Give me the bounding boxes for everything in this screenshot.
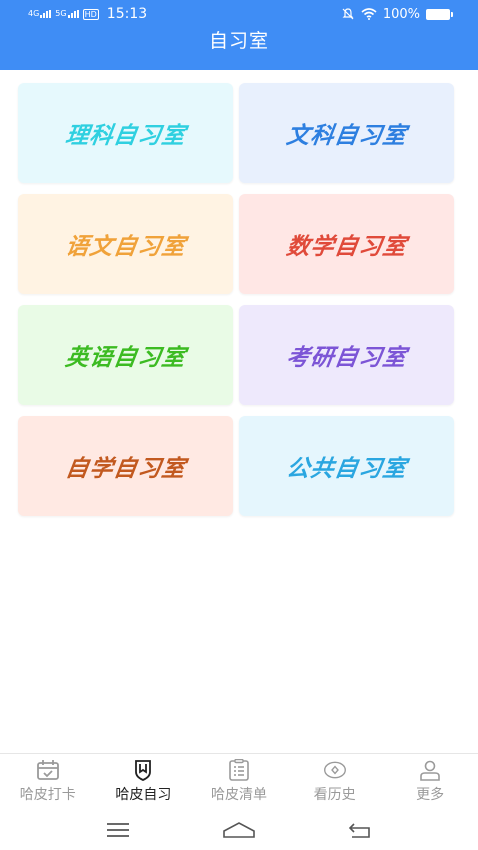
battery-icon [426, 8, 453, 20]
tab-checklist[interactable]: 哈皮清单 [191, 754, 287, 809]
room-card-label: 公共自习室 [284, 456, 408, 482]
bottom-tab-bar: 哈皮打卡 哈皮自习 哈皮清单 看历史 更多 [0, 753, 478, 809]
tab-label: 哈皮自习 [115, 787, 172, 803]
calendar-check-icon [36, 760, 59, 780]
battery-percent: 100% [382, 6, 420, 22]
signal-4g: 4G [28, 9, 52, 18]
room-card-label: 文科自习室 [284, 123, 408, 149]
tab-label: 更多 [416, 787, 445, 803]
tab-label: 哈皮打卡 [19, 787, 76, 803]
room-card-liberal-arts[interactable]: 文科自习室 [239, 83, 454, 183]
room-card-postgrad[interactable]: 考研自习室 [239, 305, 454, 405]
status-bar: 4G 5G HD 15:13 100% [0, 0, 478, 28]
room-card-science[interactable]: 理科自习室 [18, 83, 233, 183]
system-nav-bar [0, 809, 478, 850]
menu-icon[interactable] [105, 821, 131, 839]
signal-5g: 5G [55, 9, 79, 18]
study-room-grid: 理科自习室 文科自习室语文自习室 数学自习室英语自习室 考研自习室自学自习室 公共自习室 [18, 83, 454, 516]
room-card-label: 自学自习室 [63, 456, 187, 482]
room-card-label: 英语自习室 [63, 345, 187, 371]
mute-icon [342, 8, 354, 20]
tab-history[interactable]: 看历史 [287, 754, 383, 809]
network-type-label: 5G [55, 9, 67, 18]
room-card-public[interactable]: 公共自习室 [239, 416, 454, 516]
home-icon[interactable] [222, 821, 256, 839]
back-icon[interactable] [347, 821, 373, 839]
signal-bars-icon [40, 10, 52, 18]
room-card-label: 考研自习室 [284, 345, 408, 371]
tab-more[interactable]: 更多 [382, 754, 478, 809]
shield-book-icon [135, 760, 152, 781]
tab-label: 哈皮清单 [210, 787, 267, 803]
room-card-label: 理科自习室 [63, 123, 187, 149]
tab-study[interactable]: 哈皮自习 [96, 754, 192, 809]
person-icon [420, 760, 440, 781]
status-left: 4G 5G HD 15:13 [28, 6, 147, 22]
hd-badge: HD [82, 8, 99, 20]
tab-checkin[interactable]: 哈皮打卡 [0, 754, 96, 809]
status-time: 15:13 [106, 6, 148, 22]
signal-bars-icon [67, 10, 79, 18]
room-card-math[interactable]: 数学自习室 [239, 194, 454, 294]
page-title: 自习室 [208, 30, 269, 52]
wifi-icon [361, 8, 377, 20]
room-card-chinese[interactable]: 语文自习室 [18, 194, 233, 294]
room-card-english[interactable]: 英语自习室 [18, 305, 233, 405]
tab-label: 看历史 [313, 787, 356, 803]
header: 4G 5G HD 15:13 100% 自习室 [0, 0, 478, 70]
room-card-label: 语文自习室 [63, 234, 187, 260]
clipboard-list-icon [229, 759, 249, 781]
status-right: 100% [341, 6, 453, 22]
room-card-label: 数学自习室 [284, 234, 408, 260]
network-type-label: 4G [28, 9, 40, 18]
eye-icon [323, 761, 346, 779]
room-card-self-study[interactable]: 自学自习室 [18, 416, 233, 516]
